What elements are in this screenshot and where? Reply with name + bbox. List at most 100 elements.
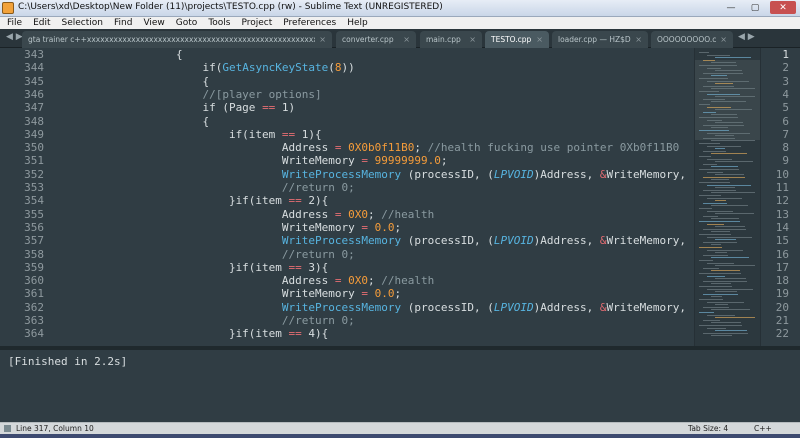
minimap-stroke: [699, 299, 723, 300]
tab-close-icon[interactable]: ×: [403, 35, 410, 44]
syntax-selector[interactable]: C++: [754, 424, 772, 433]
minimap[interactable]: [694, 48, 761, 346]
minimap-stroke: [707, 145, 741, 147]
minimap-stroke: [703, 332, 748, 334]
minimap-stroke: [699, 143, 720, 144]
code-token: (: [328, 61, 335, 75]
code-token: 3){: [301, 260, 329, 274]
close-button[interactable]: ✕: [770, 1, 796, 14]
minimap-stroke: [703, 176, 745, 178]
tab-close-icon[interactable]: ×: [720, 35, 727, 44]
minimap-stroke: [711, 218, 739, 220]
menu-file[interactable]: File: [7, 17, 22, 29]
code-token: ==: [262, 101, 276, 115]
code-token: ;: [394, 220, 402, 234]
tab-testo[interactable]: TESTO.cpp ×: [485, 31, 549, 48]
tab-close-icon[interactable]: ×: [469, 35, 476, 44]
line-number: 364: [24, 327, 44, 341]
minimap-stroke: [711, 309, 750, 311]
line-number: 354: [24, 194, 44, 208]
minimap-stroke: [707, 93, 740, 95]
tab-nav-arrows-right[interactable]: ◀ ▶: [738, 32, 755, 42]
minimap-stroke: [715, 239, 736, 241]
code-token: ;: [440, 154, 448, 168]
minimize-button[interactable]: —: [722, 1, 740, 14]
line-number: 347: [24, 101, 44, 115]
code-line: WriteMemory = 99999999.0;: [70, 154, 448, 167]
tab-ooooo[interactable]: OOOOOOOOO.cpp ×: [651, 31, 733, 48]
menu-edit[interactable]: Edit: [33, 17, 50, 29]
code-token: }if(item: [70, 194, 289, 208]
code-token: =: [334, 274, 342, 288]
minimap-stroke: [707, 288, 753, 290]
minimap-stroke: [703, 59, 715, 61]
code-token: //health: [381, 207, 435, 221]
code-token: WriteMemory: [70, 220, 362, 234]
tab-converter[interactable]: converter.cpp ×: [336, 31, 416, 48]
menu-goto[interactable]: Goto: [176, 17, 198, 29]
code-token: 2){: [301, 194, 329, 208]
minimap-stroke: [699, 247, 722, 248]
code-token: (processID, (: [401, 300, 494, 314]
right-pane-line-number: 21: [775, 314, 789, 327]
menu-find[interactable]: Find: [114, 17, 132, 29]
minimap-stroke: [715, 70, 742, 72]
tab-label: main.cpp: [426, 35, 461, 44]
panel-toggle-icon[interactable]: [4, 425, 11, 432]
tab-size-selector[interactable]: Tab Size: 4: [688, 424, 728, 433]
minimap-stroke: [699, 221, 740, 222]
tab-nav-arrows-left[interactable]: ◀ ▶: [6, 32, 23, 42]
minimap-stroke: [711, 140, 755, 142]
code-line: if (Page == 1): [70, 101, 295, 114]
code-token: WriteProcessMemory: [281, 167, 402, 181]
menu-help[interactable]: Help: [347, 17, 368, 29]
minimap-stroke: [715, 83, 733, 85]
code-token: Address: [70, 141, 335, 155]
tab-gta-trainer[interactable]: gta trainer c++xxxxxxxxxxxxxxxxxxxxxxxxx…: [22, 31, 332, 48]
minimap-stroke: [715, 330, 747, 332]
editor-area[interactable]: 343 344 345 346 347 348 349 350 351 352 353 354 355 3…: [0, 48, 800, 346]
minimap-stroke: [715, 109, 752, 111]
code-line: }if(item == 2){: [70, 194, 328, 207]
right-pane-line-number: 5: [782, 101, 789, 115]
code-token: WriteProcessMemory: [281, 300, 402, 314]
maximize-button[interactable]: ▢: [746, 1, 764, 14]
tab-close-icon[interactable]: ×: [319, 35, 326, 44]
build-output-panel[interactable]: [Finished in 2.2s]: [0, 350, 800, 422]
right-pane-line-number: 17: [775, 260, 789, 274]
tab-close-icon[interactable]: ×: [536, 35, 543, 44]
tab-loader[interactable]: loader.cpp — HZ$D.868.1693 ×: [552, 31, 648, 48]
minimap-stroke: [699, 260, 713, 261]
minimap-stroke: [703, 85, 734, 87]
menu-project[interactable]: Project: [241, 17, 272, 29]
minimap-stroke: [699, 65, 737, 66]
minimap-stroke: [707, 184, 751, 186]
menu-preferences[interactable]: Preferences: [283, 17, 336, 29]
minimap-stroke: [711, 335, 732, 337]
code-line: WriteProcessMemory (processID, (LPVOID)A…: [70, 301, 692, 314]
minimap-stroke: [711, 62, 736, 64]
minimap-stroke: [707, 314, 735, 316]
line-number: 355: [24, 207, 44, 221]
code-token: //health: [381, 274, 435, 288]
tab-label: gta trainer c++xxxxxxxxxxxxxxxxxxxxxxxxx…: [28, 35, 316, 44]
menu-view[interactable]: View: [143, 17, 164, 29]
menu-selection[interactable]: Selection: [62, 17, 103, 29]
window-titlebar[interactable]: C:\Users\xd\Desktop\New Folder (11)\proj…: [0, 0, 800, 17]
code-token: WriteMemory,: [606, 167, 692, 181]
code-view[interactable]: { if(GetAsyncKeyState(8)) { //[player op…: [70, 48, 692, 346]
minimap-stroke: [711, 75, 727, 77]
code-line: WriteMemory = 0.0;: [70, 221, 401, 234]
line-number: 362: [24, 300, 44, 314]
split-pane-right[interactable]: 1 2 3 4 5 6 7 8 9 10 11 12 13 14 15 16 17 18 19 20 21 22: [760, 48, 800, 346]
minimap-stroke: [703, 241, 737, 243]
code-token: LPVOID: [493, 300, 534, 314]
tab-close-icon[interactable]: ×: [635, 35, 642, 44]
tab-label: converter.cpp: [342, 35, 394, 44]
code-token: if(: [70, 61, 223, 75]
menu-tools[interactable]: Tools: [208, 17, 230, 29]
line-number: 345: [24, 74, 44, 88]
tab-main[interactable]: main.cpp ×: [420, 31, 482, 48]
minimap-stroke: [711, 270, 740, 272]
line-number: 357: [24, 234, 44, 248]
